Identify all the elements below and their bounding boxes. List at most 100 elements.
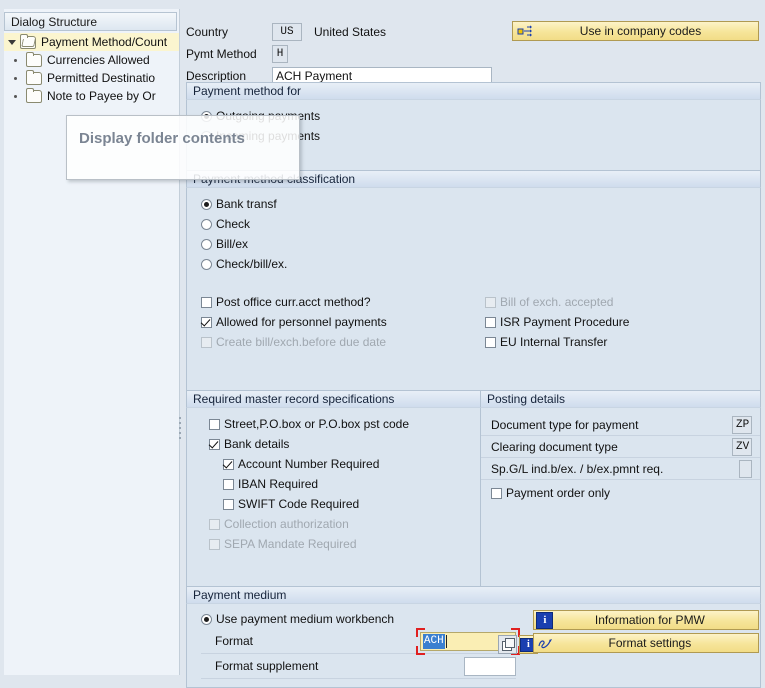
tree-item-label: Permitted Destinatio: [47, 71, 156, 85]
folder-open-icon: [20, 33, 36, 49]
clearing-document-type-field[interactable]: ZV: [732, 437, 752, 456]
checkbox-icon: [491, 487, 502, 499]
checkbox-account-number-required[interactable]: Account Number Required: [199, 454, 480, 474]
checkbox-label: Street,P.O.box or P.O.box pst code: [224, 417, 409, 431]
radio-label: Use payment medium workbench: [216, 612, 395, 626]
format-supplement-input[interactable]: [463, 656, 516, 676]
information-icon-wrap: i: [534, 611, 556, 629]
tree-item-label: Currencies Allowed: [47, 53, 150, 67]
checkbox-allowed-personnel-payments[interactable]: Allowed for personnel payments: [201, 312, 471, 332]
radio-incoming-payments[interactable]: Incoming payments: [201, 126, 760, 146]
checkbox-create-bill-exch-before-due-date: Create bill/exch.before due date: [201, 332, 471, 352]
checkbox-bill-of-exch-accepted: Bill of exch. accepted: [485, 292, 760, 312]
dialog-structure-pane: Dialog Structure Payment Method/Count Cu…: [4, 9, 180, 675]
master-record-body: Street,P.O.box or P.O.box pst code Bank …: [186, 407, 481, 587]
tree-item-label: Payment Method/Count: [41, 35, 168, 49]
spgl-indicator-label: Sp.G/L ind.b/ex. / b/ex.pmnt req.: [491, 461, 664, 476]
tree-bullet-icon: [4, 58, 26, 62]
posting-details-group: Posting details Document type for paymen…: [480, 390, 761, 587]
checkbox-swift-code-required[interactable]: SWIFT Code Required: [199, 494, 480, 514]
information-for-pmw-button[interactable]: i Information for PMW: [532, 610, 759, 630]
radio-label: Bank transf: [216, 197, 277, 211]
tree-item-note-to-payee[interactable]: Note to Payee by Or: [4, 87, 179, 105]
radio-check-bill-ex[interactable]: Check/bill/ex.: [201, 254, 760, 274]
dialog-structure-tree: Payment Method/Count Currencies Allowed …: [4, 33, 179, 675]
folder-icon: [26, 69, 42, 85]
checkbox-label: Allowed for personnel payments: [216, 315, 387, 329]
checkbox-isr-payment-procedure[interactable]: ISR Payment Procedure: [485, 312, 760, 332]
use-in-company-codes-label: Use in company codes: [579, 24, 702, 38]
required-master-record-group: Required master record specifications St…: [186, 390, 481, 587]
clearing-document-type-label: Clearing document type: [491, 439, 618, 454]
pane-splitter-handle[interactable]: [177, 415, 182, 441]
checkbox-eu-internal-transfer[interactable]: EU Internal Transfer: [485, 332, 760, 352]
country-field[interactable]: US: [272, 23, 302, 41]
transfer-arrows-icon: [513, 24, 537, 38]
settings-pen-icon: [534, 637, 556, 650]
checkbox-label: Bill of exch. accepted: [500, 295, 614, 309]
country-label: Country: [186, 25, 229, 39]
format-supplement-label: Format supplement: [215, 659, 319, 673]
radio-icon: [201, 218, 212, 230]
checkbox-label: Create bill/exch.before due date: [216, 335, 387, 349]
checkbox-sepa-mandate-required: SEPA Mandate Required: [199, 534, 480, 554]
radio-label: Check/bill/ex.: [216, 257, 288, 271]
master-record-title: Required master record specifications: [186, 390, 481, 407]
payment-medium-body: Use payment medium workbench Format ACH: [186, 603, 761, 688]
format-supplement-row: Format supplement: [201, 654, 516, 679]
checkbox-label: Payment order only: [506, 486, 611, 500]
use-in-company-codes-button[interactable]: Use in company codes: [512, 21, 759, 41]
format-label: Format: [215, 634, 254, 648]
tree-item-permitted-destinations[interactable]: Permitted Destinatio: [4, 69, 179, 87]
radio-check[interactable]: Check: [201, 214, 760, 234]
radio-bank-transf[interactable]: Bank transf: [201, 194, 760, 214]
checkbox-label: IBAN Required: [238, 477, 319, 491]
payment-medium-group: Payment medium Use payment medium workbe…: [186, 586, 761, 688]
checkbox-bank-details[interactable]: Bank details: [199, 434, 480, 454]
checkbox-payment-order-only[interactable]: Payment order only: [481, 483, 760, 503]
checkbox-label: SEPA Mandate Required: [224, 537, 357, 551]
radio-bill-ex[interactable]: Bill/ex: [201, 234, 760, 254]
information-icon: i: [536, 611, 554, 629]
description-label: Description: [186, 69, 247, 83]
spgl-indicator-field[interactable]: [739, 459, 752, 478]
expand-collapse-arrow-icon[interactable]: [4, 39, 20, 45]
folder-icon: [26, 87, 42, 103]
value-help-copy-icon[interactable]: [497, 635, 517, 654]
checkbox-label: Collection authorization: [224, 517, 349, 531]
checkbox-icon: [485, 296, 497, 308]
checkbox-icon: [209, 438, 220, 450]
payment-method-for-title: Payment method for: [186, 82, 761, 99]
checkbox-icon: [223, 458, 234, 470]
pymt-method-row: Pymt Method H: [186, 43, 761, 65]
document-type-field[interactable]: ZP: [732, 415, 752, 434]
checkbox-icon: [485, 336, 497, 348]
posting-details-title: Posting details: [480, 390, 761, 407]
checkbox-post-office-curr-acct[interactable]: Post office curr.acct method?: [201, 292, 471, 312]
checkbox-iban-required[interactable]: IBAN Required: [199, 474, 480, 494]
checkbox-icon: [209, 538, 220, 550]
radio-label: Check: [216, 217, 251, 231]
format-settings-button[interactable]: Format settings: [532, 633, 759, 653]
checkbox-icon: [201, 296, 212, 308]
format-settings-label: Format settings: [608, 636, 692, 650]
radio-outgoing-payments[interactable]: Outgoing payments: [201, 106, 760, 126]
pymt-method-field[interactable]: H: [272, 45, 288, 63]
checkbox-label: Post office curr.acct method?: [216, 295, 371, 309]
pymt-method-label: Pymt Method: [186, 47, 257, 61]
checkbox-collection-authorization: Collection authorization: [199, 514, 480, 534]
tree-item-payment-method-country[interactable]: Payment Method/Count: [4, 33, 179, 51]
posting-details-body: Document type for payment ZP Clearing do…: [480, 407, 761, 587]
checkbox-street-pobox[interactable]: Street,P.O.box or P.O.box pst code: [199, 414, 480, 434]
format-input-value: ACH: [422, 633, 445, 649]
radio-use-payment-medium-workbench[interactable]: Use payment medium workbench: [201, 609, 516, 629]
radio-icon: [201, 238, 212, 250]
country-name-text: United States: [314, 25, 387, 39]
checkbox-label: ISR Payment Procedure: [500, 315, 630, 329]
classification-body: Bank transf Check Bill/ex Check/bill/ex.: [186, 187, 761, 392]
radio-icon: [201, 258, 212, 270]
information-for-pmw-label: Information for PMW: [594, 613, 705, 627]
checkbox-label: Account Number Required: [238, 457, 380, 471]
tree-item-currencies-allowed[interactable]: Currencies Allowed: [4, 51, 179, 69]
radio-icon: [201, 130, 212, 142]
